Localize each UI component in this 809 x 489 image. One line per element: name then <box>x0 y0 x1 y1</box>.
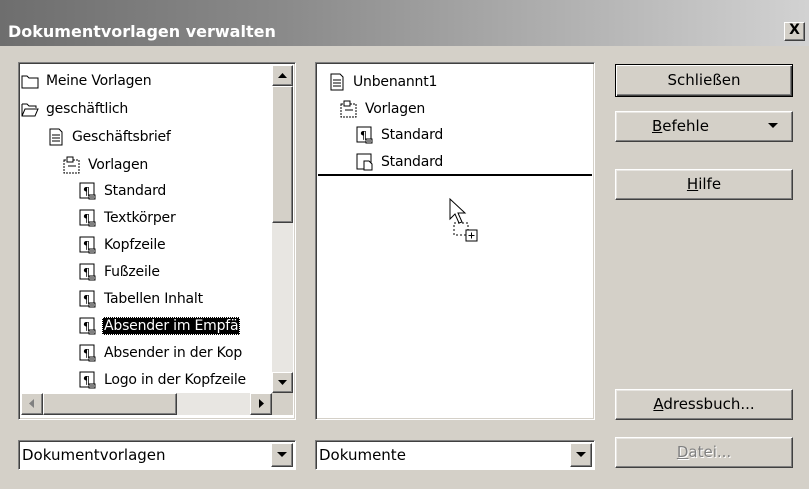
file-button[interactable]: Datei... <box>615 437 793 468</box>
help-accel: H <box>686 175 699 193</box>
left-source-select-value: Dokumentvorlagen <box>22 446 166 464</box>
help-button[interactable]: Hilfe <box>615 169 793 200</box>
triangle-down-icon <box>278 380 287 385</box>
commands-menu-button[interactable]: Befehle <box>615 111 793 142</box>
tree-item-label: Vorlagen <box>88 157 149 173</box>
scroll-right-button[interactable] <box>250 393 272 415</box>
tree-item-style[interactable]: Fußzeile <box>79 259 162 285</box>
tree-item-style[interactable]: Standard <box>356 122 445 148</box>
addressbook-accel: A <box>653 395 664 413</box>
document-icon <box>47 128 65 146</box>
triangle-down-icon <box>277 452 287 457</box>
paragraph-style-icon <box>79 290 97 308</box>
paragraph-style-icon <box>79 236 97 254</box>
left-source-dropdown-button[interactable] <box>271 443 293 467</box>
tree-item-label: Logo in der Kopfzeile <box>104 372 246 388</box>
paragraph-style-icon <box>356 126 374 144</box>
file-rest: atei... <box>688 443 732 461</box>
tree-item-label: Standard <box>104 183 167 199</box>
triangle-up-icon <box>278 73 287 78</box>
window-title: Dokumentvorlagen verwalten <box>8 22 276 41</box>
tree-item-style[interactable]: Kopfzeile <box>79 232 167 258</box>
right-document-tree[interactable]: Unbenannt1 Vorlagen Standard Standard <box>315 62 595 420</box>
paragraph-style-icon <box>79 263 97 281</box>
commands-accel: B <box>652 117 663 135</box>
folder-closed-icon <box>21 72 39 90</box>
title-bar[interactable]: Dokumentvorlagen verwalten X <box>0 0 809 46</box>
help-rest: ilfe <box>698 175 722 193</box>
styles-folder-icon <box>63 156 81 174</box>
paragraph-style-icon <box>79 371 97 389</box>
triangle-down-icon <box>768 123 778 128</box>
scroll-left-button[interactable] <box>21 393 43 415</box>
commands-button-label: Befehle <box>652 112 709 140</box>
tree-item-label: Unbenannt1 <box>353 74 438 90</box>
tree-item-label: geschäftlich <box>46 101 129 117</box>
close-button-label: Schließen <box>667 71 741 89</box>
tree-item-style[interactable]: Logo in der Kopfzeile <box>79 367 248 393</box>
paragraph-style-icon <box>79 317 97 335</box>
file-button-label: Datei... <box>677 443 731 461</box>
addressbook-button[interactable]: Adressbuch... <box>615 389 793 420</box>
styles-folder-icon <box>340 100 358 118</box>
commands-rest: efehle <box>662 117 709 135</box>
help-button-label: Hilfe <box>687 175 721 193</box>
scroll-h-thumb[interactable] <box>43 393 177 415</box>
folder-open-icon <box>21 100 39 118</box>
tree-item-label: Geschäftsbrief <box>72 129 171 145</box>
drag-copy-cursor-icon <box>449 197 478 242</box>
scroll-corner <box>272 393 293 415</box>
document-icon <box>328 73 346 91</box>
tree-item-geschaeftsbrief[interactable]: Geschäftsbrief <box>47 124 173 150</box>
triangle-left-icon <box>29 399 34 408</box>
tree-item-label: Standard <box>381 127 444 143</box>
tree-item-label: Textkörper <box>104 210 176 226</box>
tree-item-label: Kopfzeile <box>104 237 166 253</box>
close-icon[interactable]: X <box>784 22 805 41</box>
tree-item-vorlagen[interactable]: Vorlagen <box>340 96 427 122</box>
tree-item-label: Standard <box>381 154 444 170</box>
file-accel: D <box>676 443 689 461</box>
tree-item-label: Meine Vorlagen <box>46 73 152 89</box>
paragraph-style-icon <box>79 344 97 362</box>
tree-item-vorlagen[interactable]: Vorlagen <box>63 152 150 178</box>
tree-item-meine-vorlagen[interactable]: Meine Vorlagen <box>21 68 153 94</box>
page-style-icon <box>356 153 374 171</box>
paragraph-style-icon <box>79 182 97 200</box>
tree-item-geschaeftlich[interactable]: geschäftlich <box>21 96 130 122</box>
scroll-up-button[interactable] <box>272 65 293 86</box>
addressbook-button-label: Adressbuch... <box>653 395 754 413</box>
tree-item-label: Absender in der Kop <box>104 345 243 361</box>
drop-insert-line <box>318 174 592 176</box>
addressbook-rest: dressbuch... <box>663 395 755 413</box>
scroll-down-button[interactable] <box>272 372 293 393</box>
scroll-thumb[interactable] <box>272 86 293 223</box>
tree-item-label: Fußzeile <box>104 264 160 280</box>
tree-item-style[interactable]: Absender in der Kop <box>79 340 244 366</box>
tree-item-style[interactable]: Standard <box>79 178 168 204</box>
right-source-dropdown-button[interactable] <box>570 443 592 467</box>
tree-item-label: Vorlagen <box>365 101 426 117</box>
tree-item-label: Tabellen Inhalt <box>104 291 203 307</box>
tree-item-label: Absender im Empfä <box>102 317 241 335</box>
left-template-tree[interactable]: Meine Vorlagen geschäftlich Geschäftsbri… <box>18 62 296 420</box>
vertical-scrollbar[interactable] <box>272 65 293 393</box>
tree-item-style-selected[interactable]: Absender im Empfä <box>79 313 241 339</box>
right-source-select[interactable]: Dokumente <box>315 440 595 470</box>
right-source-select-value: Dokumente <box>319 446 406 464</box>
tree-item-style[interactable]: Tabellen Inhalt <box>79 286 205 312</box>
tree-item-style[interactable]: Textkörper <box>79 205 178 231</box>
horizontal-scrollbar[interactable] <box>21 393 272 415</box>
triangle-down-icon <box>576 452 586 457</box>
tree-item-page-style[interactable]: Standard <box>356 149 445 175</box>
paragraph-style-icon <box>79 209 97 227</box>
left-source-select[interactable]: Dokumentvorlagen <box>18 440 296 470</box>
close-button[interactable]: Schließen <box>615 64 793 97</box>
tree-item-unbenannt1[interactable]: Unbenannt1 <box>328 69 439 95</box>
triangle-right-icon <box>259 399 264 408</box>
